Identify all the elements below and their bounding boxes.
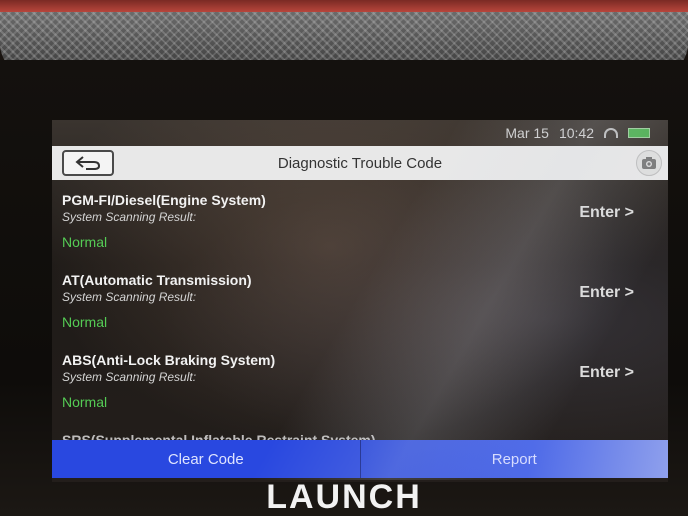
system-row-engine[interactable]: PGM-FI/Diesel(Engine System) System Scan…: [52, 180, 668, 260]
system-row-srs[interactable]: SRS(Supplemental Inflatable Restraint Sy…: [52, 420, 668, 442]
enter-button[interactable]: Enter >: [579, 284, 634, 302]
enter-button[interactable]: Enter >: [579, 204, 634, 222]
brand-logo: LAUNCH: [266, 478, 422, 516]
scan-status: Normal: [62, 314, 108, 330]
device-screen: Mar 15 10:42 Diagnostic Trouble Code PGM…: [52, 120, 668, 482]
system-name: AT(Automatic Transmission): [62, 272, 252, 288]
enter-button[interactable]: Enter >: [579, 364, 634, 382]
status-time: 10:42: [558, 125, 594, 141]
system-row-transmission[interactable]: AT(Automatic Transmission) System Scanni…: [52, 260, 668, 340]
title-bar: Diagnostic Trouble Code: [52, 146, 668, 180]
bottom-action-bar: Clear Code Report: [52, 440, 668, 478]
scan-result-label: System Scanning Result:: [62, 210, 197, 224]
scan-status: Normal: [62, 394, 108, 410]
page-title: Diagnostic Trouble Code: [277, 154, 443, 172]
battery-icon: [628, 128, 650, 138]
system-name: PGM-FI/Diesel(Engine System): [62, 192, 266, 208]
scan-status: Normal: [62, 234, 108, 250]
clear-code-button[interactable]: Clear Code: [52, 440, 361, 478]
back-button[interactable]: [62, 150, 114, 176]
system-name: ABS(Anti-Lock Braking System): [62, 352, 276, 368]
report-button[interactable]: Report: [360, 440, 668, 478]
system-row-abs[interactable]: ABS(Anti-Lock Braking System) System Sca…: [52, 340, 668, 420]
system-list: PGM-FI/Diesel(Engine System) System Scan…: [52, 180, 668, 442]
status-bar: Mar 15 10:42: [52, 120, 668, 146]
wifi-icon: [604, 128, 618, 138]
status-date: Mar 15: [505, 125, 549, 141]
back-arrow-icon: [75, 156, 101, 170]
scan-result-label: System Scanning Result:: [62, 290, 197, 304]
camera-icon: [642, 157, 656, 169]
screenshot-button[interactable]: [636, 150, 662, 176]
scan-result-label: System Scanning Result:: [62, 370, 197, 384]
